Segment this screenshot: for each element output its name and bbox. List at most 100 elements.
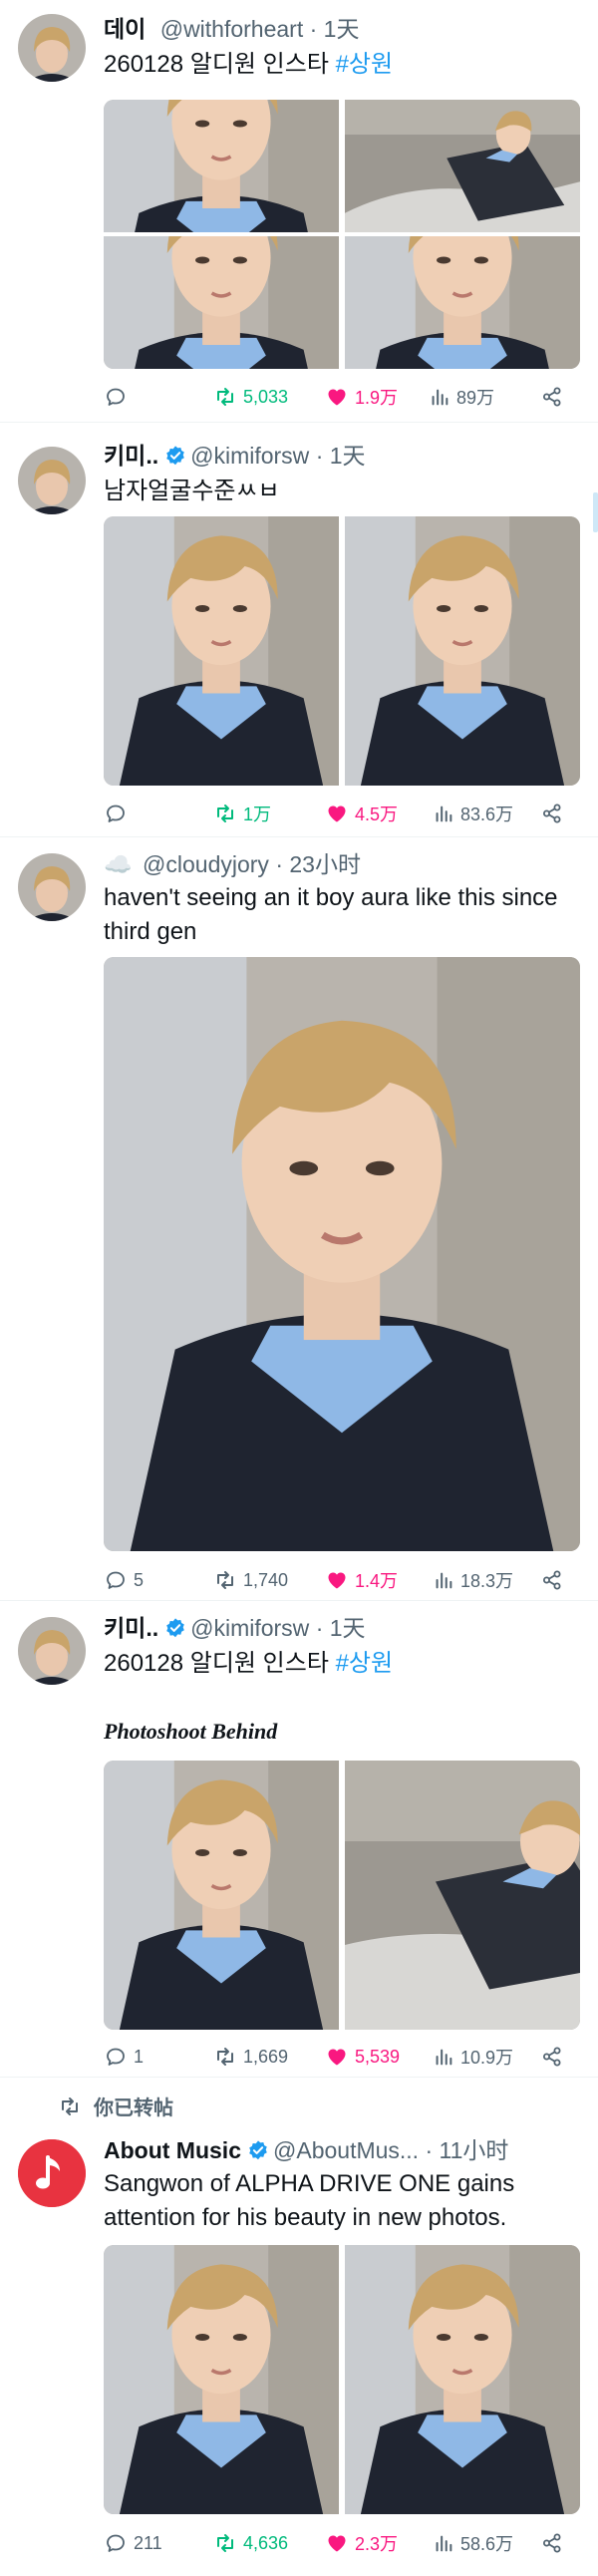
retweet-button[interactable]: 4,636 — [213, 2528, 288, 2558]
tweet-actions: 5,033 1.9万 89万 — [104, 382, 580, 412]
tweet-photo[interactable] — [104, 957, 580, 1551]
heart-icon — [325, 1568, 349, 1592]
author-name[interactable]: 키미.. — [104, 1615, 158, 1641]
tweet-text: 260128 알디원 인스타 #상원 — [104, 48, 580, 82]
share-button[interactable] — [540, 799, 564, 828]
views-icon — [433, 2532, 454, 2554]
tweet-text-body: 260128 알디원 인스타 — [104, 51, 336, 78]
tweet-photo[interactable] — [104, 236, 339, 369]
tweet-card[interactable]: 你已转帖 About Music @AboutMus... · 11小时 Sang… — [0, 2078, 598, 2576]
tweet-photo[interactable] — [104, 1761, 339, 2030]
tweet-time: · 23小时 — [275, 851, 361, 877]
tweet-photo[interactable] — [345, 100, 580, 232]
share-button[interactable] — [540, 2528, 564, 2558]
tweet-photo[interactable] — [104, 516, 339, 786]
tweet-actions: 5 1,740 1.4万 18.3万 — [104, 1565, 580, 1595]
retweet-icon — [213, 802, 237, 825]
tweet-time: · 1天 — [315, 443, 366, 469]
tweet-card[interactable]: 키미.. @kimiforsw · 1天 260128 알디원 인스타 #상원 P… — [0, 1601, 598, 2078]
tweet-card[interactable]: 데이 @withforheart · 1天 260128 알디원 인스타 #상원… — [0, 0, 598, 423]
retweet-button[interactable]: 5,033 — [213, 382, 288, 412]
tweet-header: About Music @AboutMus... · 11小时 — [104, 2135, 508, 2165]
retweet-button[interactable]: 1,740 — [213, 1565, 288, 1595]
author-handle[interactable]: @cloudyjory — [143, 851, 269, 877]
avatar[interactable] — [18, 1617, 86, 1685]
hashtag-link[interactable]: #상원 — [336, 1650, 394, 1677]
verified-badge-icon — [164, 1617, 186, 1639]
views-button[interactable]: 83.6万 — [433, 799, 513, 828]
author-handle[interactable]: @kimiforsw — [190, 443, 309, 469]
like-button[interactable]: 5,539 — [325, 2042, 400, 2072]
like-count: 1.9万 — [355, 388, 399, 408]
media-grid — [104, 516, 580, 786]
like-button[interactable]: 4.5万 — [325, 799, 398, 828]
view-count: 10.9万 — [460, 2048, 514, 2068]
tweet-photo[interactable] — [104, 2245, 339, 2514]
avatar[interactable] — [18, 2139, 86, 2207]
author-handle[interactable]: @kimiforsw — [190, 1615, 309, 1641]
heart-icon — [325, 2045, 349, 2069]
verified-badge-icon — [164, 445, 186, 467]
like-count: 2.3万 — [355, 2534, 399, 2554]
like-button[interactable]: 2.3万 — [325, 2528, 398, 2558]
scrollbar-thumb[interactable] — [593, 492, 598, 532]
author-name[interactable]: About Music — [104, 2137, 241, 2163]
tweet-text: Sangwon of ALPHA DRIVE ONE gains attenti… — [104, 2170, 515, 2231]
tweet-card[interactable]: 키미.. @kimiforsw · 1天 남자얼굴수준ㅆㅂ 1万 4.5万 83.… — [0, 423, 598, 837]
reply-button[interactable]: 1 — [104, 2042, 144, 2072]
tweet-photo[interactable] — [345, 1761, 580, 2030]
retweet-icon — [213, 385, 237, 409]
hashtag-link[interactable]: #상원 — [336, 51, 394, 78]
retweet-button[interactable]: 1,669 — [213, 2042, 288, 2072]
reply-count: 211 — [134, 2532, 162, 2553]
reply-icon — [104, 2045, 128, 2069]
retweet-button[interactable]: 1万 — [213, 799, 271, 828]
author-handle[interactable]: @AboutMus... — [273, 2137, 419, 2163]
tweet-photo[interactable] — [345, 516, 580, 786]
author-name[interactable]: 키미.. — [104, 443, 158, 469]
reply-icon — [104, 385, 128, 409]
view-count: 83.6万 — [460, 805, 514, 824]
tweet-photo[interactable] — [345, 236, 580, 369]
tweet-photo[interactable] — [345, 2245, 580, 2514]
like-button[interactable]: 1.4万 — [325, 1565, 398, 1595]
share-button[interactable] — [540, 1565, 564, 1595]
tweet-photo[interactable] — [104, 100, 339, 232]
tweet-card[interactable]: ☁️ @cloudyjory · 23小时 haven't seeing an … — [0, 837, 598, 1601]
author-name[interactable]: 데이 — [104, 16, 146, 42]
retweet-count: 1,669 — [243, 2046, 289, 2067]
views-button[interactable]: 10.9万 — [433, 2042, 513, 2072]
views-button[interactable]: 18.3万 — [433, 1565, 513, 1595]
avatar[interactable] — [18, 853, 86, 921]
tweet-text: haven't seeing an it boy aura like this … — [104, 884, 558, 945]
views-button[interactable]: 58.6万 — [433, 2528, 513, 2558]
views-icon — [433, 2046, 454, 2068]
views-icon — [433, 1569, 454, 1591]
heart-icon — [325, 802, 349, 825]
views-icon — [433, 803, 454, 824]
view-count: 89万 — [456, 388, 495, 408]
reply-button[interactable] — [104, 382, 134, 412]
avatar[interactable] — [18, 447, 86, 514]
tweet-text: 260128 알디원 인스타 #상원 — [104, 1647, 580, 1681]
share-button[interactable] — [540, 2042, 564, 2072]
like-button[interactable]: 1.9万 — [325, 382, 398, 412]
reply-icon — [104, 1568, 128, 1592]
media-grid — [104, 100, 580, 369]
author-handle[interactable]: @withforheart — [160, 16, 304, 42]
reply-button[interactable]: 5 — [104, 1565, 144, 1595]
avatar[interactable] — [18, 14, 86, 82]
media-grid — [104, 1761, 580, 2030]
tweet-header: 키미.. @kimiforsw · 1天 — [104, 1613, 366, 1643]
author-name[interactable]: ☁️ — [104, 851, 133, 877]
views-button[interactable]: 89万 — [429, 382, 494, 412]
reply-button[interactable]: 211 — [104, 2528, 162, 2558]
retweet-count: 5,033 — [243, 386, 289, 407]
media-grid — [104, 957, 580, 1551]
reply-button[interactable] — [104, 799, 134, 828]
tweet-header: 데이 @withforheart · 1天 — [104, 14, 359, 44]
retweet-icon — [213, 1568, 237, 1592]
tweet-header: 키미.. @kimiforsw · 1天 — [104, 441, 366, 471]
share-icon — [540, 2045, 564, 2069]
share-button[interactable] — [540, 382, 564, 412]
